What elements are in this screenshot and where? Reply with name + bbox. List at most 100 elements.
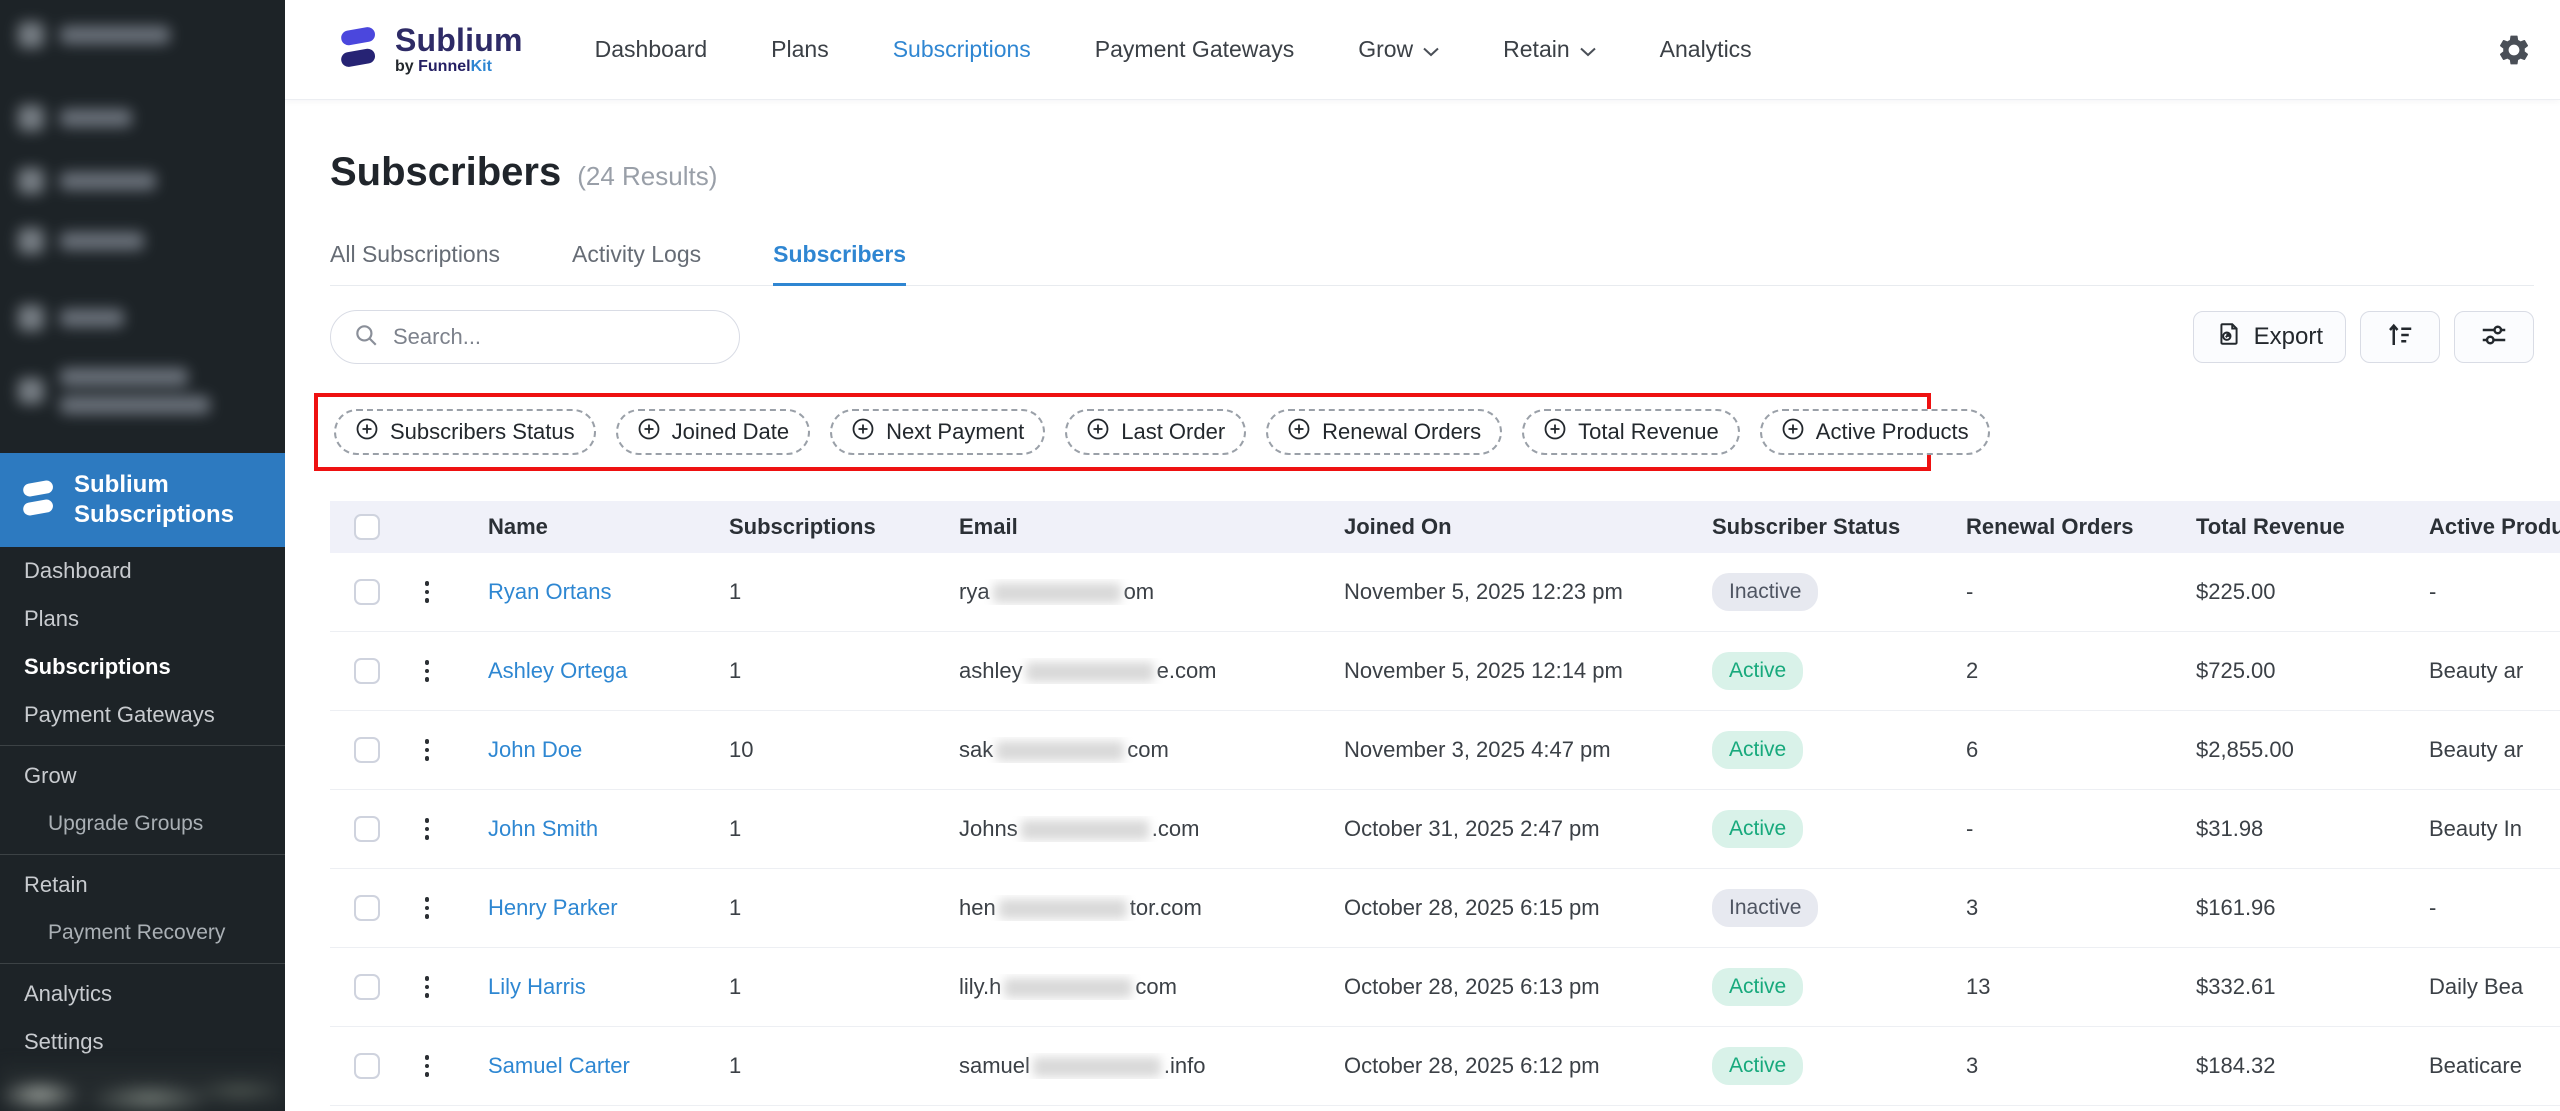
chip-active-products[interactable]: Active Products (1759, 409, 1990, 455)
select-all-checkbox[interactable] (354, 514, 380, 540)
renewal-orders-value: - (1966, 816, 1974, 841)
table-header-row: Name Subscriptions Email Joined On Subsc… (330, 501, 2560, 553)
sidebar-item-sublium-subscriptions[interactable]: Sublium Subscriptions (0, 453, 285, 547)
sidebar-item-payment-recovery[interactable]: Payment Recovery (0, 909, 285, 957)
chip-renewal-orders[interactable]: Renewal Orders (1266, 409, 1503, 455)
sidebar-item-subscriptions[interactable]: Subscriptions (0, 643, 285, 691)
col-total-revenue: Total Revenue (2196, 514, 2345, 539)
tabs: All Subscriptions Activity Logs Subscrib… (330, 241, 2534, 286)
table-row: Ashley Ortega 1 ashley e.com November 5, … (330, 632, 2560, 711)
total-revenue-value: $161.96 (2196, 895, 2276, 920)
sidebar-item-dashboard[interactable]: Dashboard (0, 547, 285, 595)
search-input[interactable] (393, 324, 717, 350)
chip-next-payment[interactable]: Next Payment (830, 409, 1046, 455)
row-checkbox[interactable] (354, 974, 380, 1000)
sidebar-item-upgrade-groups[interactable]: Upgrade Groups (0, 800, 285, 848)
nav-subscriptions[interactable]: Subscriptions (893, 36, 1031, 63)
subscriber-name-link[interactable]: John Doe (488, 737, 582, 762)
filter-chips-highlight-box: Subscribers Status Joined Date Next Paym… (314, 393, 1990, 471)
plus-circle-icon (851, 417, 875, 447)
subscriptions-count: 1 (729, 895, 742, 920)
row-checkbox[interactable] (354, 658, 380, 684)
subscriptions-count: 1 (729, 974, 742, 999)
blurred-menu-item (18, 22, 170, 48)
status-badge: Active (1712, 968, 1804, 1006)
search-icon (353, 322, 379, 353)
tab-activity-logs[interactable]: Activity Logs (572, 241, 701, 286)
subscriber-email: sak com (959, 737, 1169, 762)
subscriber-name-link[interactable]: Lily Harris (488, 974, 586, 999)
joined-on-date: November 5, 2025 12:23 pm (1344, 579, 1623, 604)
sublium-brand[interactable]: Sublium by FunnelKit (335, 22, 523, 77)
active-products-value: Beaticare (2429, 1053, 2522, 1078)
nav-plans[interactable]: Plans (771, 36, 829, 63)
active-products-value: Beauty ar (2429, 658, 2524, 683)
brand-byline: by FunnelKit (395, 58, 492, 75)
blurred-menu-item (18, 168, 156, 194)
kebab-menu-icon[interactable] (414, 1047, 440, 1085)
chip-last-order[interactable]: Last Order (1065, 409, 1247, 455)
gear-icon[interactable] (2494, 30, 2534, 70)
chip-subscribers-status[interactable]: Subscribers Status (334, 409, 596, 455)
export-button[interactable]: Export (2192, 311, 2346, 363)
subscriber-name-link[interactable]: Samuel Carter (488, 1053, 630, 1078)
sidebar-item-analytics[interactable]: Analytics (0, 970, 285, 1018)
nav-grow[interactable]: Grow (1358, 36, 1439, 63)
page-title: Subscribers (330, 150, 562, 194)
sort-icon (2385, 320, 2415, 355)
nav-analytics[interactable]: Analytics (1660, 36, 1752, 63)
row-checkbox[interactable] (354, 816, 380, 842)
kebab-menu-icon[interactable] (414, 968, 440, 1006)
tab-subscribers[interactable]: Subscribers (773, 241, 907, 286)
kebab-menu-icon[interactable] (414, 652, 440, 690)
subscriber-name-link[interactable]: Henry Parker (488, 895, 618, 920)
sidebar-item-payment-gateways[interactable]: Payment Gateways (0, 691, 285, 739)
sidebar-item-settings[interactable]: Settings (0, 1018, 285, 1066)
sidebar-divider (0, 854, 285, 855)
status-badge: Active (1712, 652, 1804, 690)
blurred-menu-item (18, 305, 124, 331)
redacted-email-blur (1025, 662, 1154, 683)
subscriber-name-link[interactable]: Ashley Ortega (488, 658, 627, 683)
screen: Sublium Subscriptions Dashboard Plans Su… (0, 0, 2560, 1111)
chip-total-revenue[interactable]: Total Revenue (1522, 409, 1740, 455)
table-row: John Smith 1 Johns .com October 31, 2025 … (330, 790, 2560, 869)
nav-payment-gateways[interactable]: Payment Gateways (1095, 36, 1294, 63)
subscriber-email: lily.h com (959, 974, 1177, 999)
sidebar-item-retain[interactable]: Retain (0, 861, 285, 909)
sidebar-item-grow[interactable]: Grow (0, 752, 285, 800)
subscriptions-count: 1 (729, 579, 742, 604)
kebab-menu-icon[interactable] (414, 731, 440, 769)
subscriber-name-link[interactable]: Ryan Ortans (488, 579, 612, 604)
sidebar-item-plans[interactable]: Plans (0, 595, 285, 643)
tab-all-subscriptions[interactable]: All Subscriptions (330, 241, 500, 286)
subscriber-email: hen tor.com (959, 895, 1202, 920)
blurred-menu-item (18, 228, 144, 254)
col-renewal-orders: Renewal Orders (1966, 514, 2134, 539)
col-name: Name (488, 514, 548, 539)
row-checkbox[interactable] (354, 895, 380, 921)
row-checkbox[interactable] (354, 579, 380, 605)
blurred-menu-item (18, 105, 132, 131)
renewal-orders-value: 2 (1966, 658, 1979, 683)
table-row: Samuel Carter 1 samuel .info October 28, … (330, 1027, 2560, 1106)
kebab-menu-icon[interactable] (414, 889, 440, 927)
sidebar-plugin-label: Sublium Subscriptions (74, 471, 235, 528)
total-revenue-value: $332.61 (2196, 974, 2276, 999)
kebab-menu-icon[interactable] (414, 573, 440, 611)
subscriber-name-link[interactable]: John Smith (488, 816, 598, 841)
subscriber-email: samuel .info (959, 1053, 1206, 1078)
sort-button[interactable] (2360, 311, 2440, 363)
nav-dashboard[interactable]: Dashboard (595, 36, 708, 63)
row-checkbox[interactable] (354, 1053, 380, 1079)
subscriptions-count: 10 (729, 737, 754, 762)
kebab-menu-icon[interactable] (414, 810, 440, 848)
chip-joined-date[interactable]: Joined Date (615, 409, 811, 455)
plus-circle-icon (1781, 417, 1805, 447)
joined-on-date: November 5, 2025 12:14 pm (1344, 658, 1623, 683)
table-row: Ryan Ortans 1 rya om November 5, 2025 12:… (330, 553, 2560, 632)
row-checkbox[interactable] (354, 737, 380, 763)
nav-retain[interactable]: Retain (1503, 36, 1596, 63)
renewal-orders-value: 13 (1966, 974, 1991, 999)
filter-settings-button[interactable] (2454, 311, 2534, 363)
